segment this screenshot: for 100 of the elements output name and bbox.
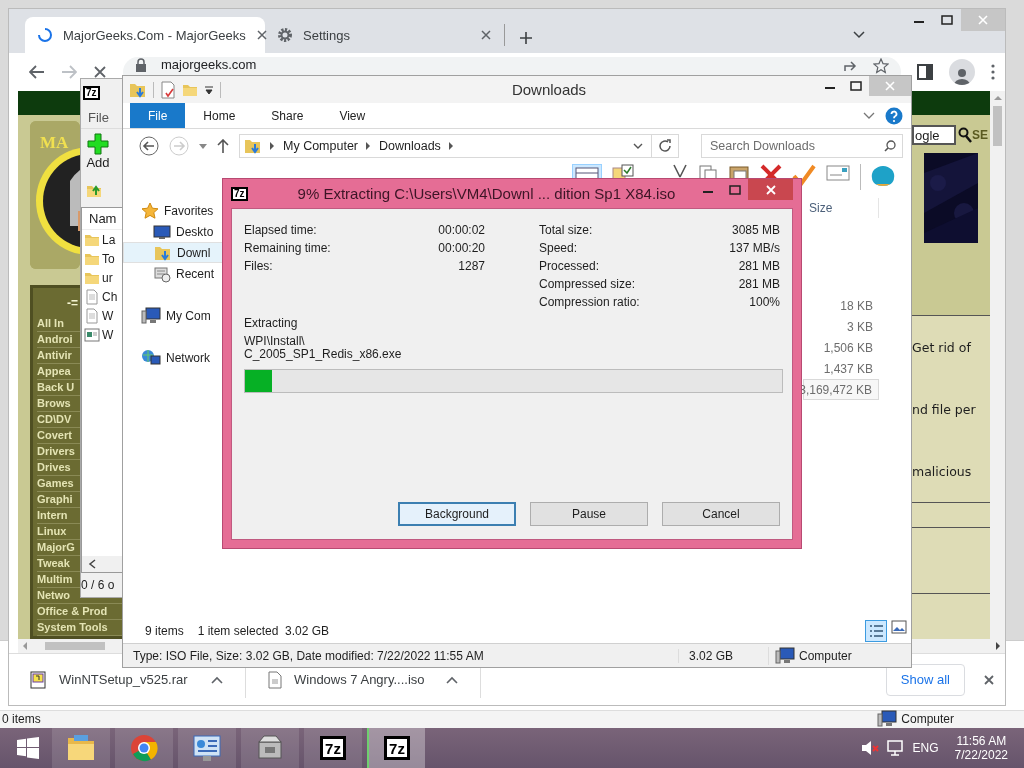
file-size[interactable]: 1,437 KB [803, 358, 879, 379]
tab-search-icon[interactable] [853, 31, 865, 39]
dialog-button[interactable]: Background [398, 502, 516, 526]
stop-icon[interactable] [93, 65, 107, 79]
nav-item[interactable]: Deskto [123, 221, 222, 242]
scroll-thumb[interactable] [993, 106, 1002, 146]
taskbar-app[interactable]: 7z [367, 728, 425, 768]
close-icon[interactable] [255, 29, 268, 41]
menu-item[interactable]: File [88, 110, 109, 125]
speaker-muted-icon[interactable] [860, 740, 879, 756]
download-name[interactable]: Windows 7 Angry....iso [294, 672, 434, 687]
taskbar-app[interactable]: 7z [304, 728, 362, 768]
add-button[interactable]: Add [81, 129, 115, 179]
file-size[interactable]: 3,169,472 KB [803, 379, 879, 400]
language-indicator[interactable]: ENG [912, 741, 939, 755]
properties-icon[interactable] [160, 80, 176, 99]
profile-avatar[interactable] [949, 59, 975, 85]
cut-icon[interactable] [672, 164, 688, 178]
file-name[interactable]: To [102, 251, 115, 266]
caret-icon[interactable] [446, 675, 458, 684]
dropdown-icon[interactable] [204, 84, 214, 95]
ribbon-tab[interactable]: Share [253, 103, 322, 128]
category-link[interactable]: Brows [37, 397, 71, 410]
nav-item[interactable]: Downl [123, 242, 222, 263]
category-link[interactable]: Multim [37, 573, 73, 586]
maximize-icon[interactable] [850, 81, 862, 91]
column-header[interactable]: Nam [89, 211, 117, 226]
category-link[interactable]: System Tools [37, 621, 108, 634]
search-button[interactable]: SE [958, 127, 988, 143]
clock[interactable]: 11:56 AM 7/22/2022 [954, 734, 1008, 762]
file-size[interactable]: 1,506 KB [803, 337, 879, 358]
chevron-icon[interactable] [270, 142, 275, 150]
dropdown-icon[interactable] [633, 143, 643, 149]
category-link[interactable]: Tweak [37, 557, 70, 570]
site-logo[interactable] [30, 121, 80, 269]
scroll-right-icon[interactable] [996, 642, 1001, 650]
category-link[interactable]: Covert [37, 429, 72, 442]
back-icon[interactable] [29, 65, 45, 79]
star-icon[interactable] [873, 58, 889, 74]
nav-item[interactable]: Favorites [123, 200, 222, 221]
ribbon-tab[interactable]: View [321, 103, 384, 128]
menu-icon[interactable] [991, 64, 995, 80]
file-name[interactable]: La [102, 232, 116, 247]
file-size[interactable]: 3 KB [803, 316, 879, 337]
column-header[interactable]: Size [803, 198, 879, 218]
ribbon-tab[interactable]: File [130, 103, 186, 128]
address-bar[interactable]: My Computer Downloads [239, 134, 679, 158]
close-button[interactable] [748, 179, 793, 200]
category-link[interactable]: Drives [37, 461, 71, 474]
checkmark-icon[interactable] [792, 164, 816, 186]
expand-ribbon-icon[interactable] [863, 111, 875, 120]
category-link[interactable]: Intern [37, 509, 68, 522]
show-all-button[interactable]: Show all [885, 663, 965, 696]
rename-icon[interactable] [826, 164, 850, 182]
download-name[interactable]: WinNTSetup_v525.rar [59, 672, 199, 687]
taskbar-app[interactable] [178, 728, 236, 768]
category-link[interactable]: Office & Prod [37, 605, 108, 618]
nav-item[interactable]: Network [123, 347, 222, 368]
chevron-icon[interactable] [448, 142, 454, 150]
maximize-icon[interactable] [941, 15, 953, 25]
back-icon[interactable] [139, 136, 159, 156]
category-link[interactable]: Appea [37, 365, 71, 378]
network-icon[interactable] [886, 740, 905, 756]
ribbon-tab[interactable]: Home [185, 103, 254, 128]
delete-icon[interactable] [760, 164, 782, 178]
taskbar-app[interactable] [241, 728, 299, 768]
share-icon[interactable] [843, 58, 859, 72]
browser-tab[interactable]: Settings [265, 24, 505, 46]
taskbar-app[interactable] [115, 728, 173, 768]
category-link[interactable]: Games [37, 477, 74, 490]
file-size[interactable]: 18 KB [803, 295, 879, 316]
category-link[interactable]: MajorG [37, 541, 75, 554]
maximize-icon[interactable] [728, 184, 741, 195]
category-link[interactable]: Antivir [37, 349, 72, 362]
category-link[interactable]: All In [37, 317, 64, 330]
browser-tab[interactable]: MajorGeeks.Com - MajorGeeks [25, 17, 265, 53]
search-icon[interactable] [884, 140, 896, 152]
scroll-thumb[interactable] [45, 642, 105, 650]
scroll-left-icon[interactable] [88, 559, 96, 569]
category-link[interactable]: Linux [37, 525, 67, 538]
close-icon[interactable] [983, 673, 995, 686]
search-field[interactable]: Search Downloads [701, 134, 903, 158]
category-link[interactable]: Androi [37, 333, 73, 346]
category-link[interactable]: Netwo [37, 589, 70, 602]
chevron-icon[interactable] [366, 142, 372, 150]
new-tab-icon[interactable] [519, 31, 533, 45]
taskbar-app[interactable] [52, 728, 110, 768]
refresh-icon[interactable] [658, 139, 672, 153]
file-name[interactable]: W [102, 327, 114, 342]
category-link[interactable]: Back U [37, 381, 75, 394]
thumbnail-view-icon[interactable] [891, 620, 907, 634]
category-link[interactable]: Drivers [37, 445, 75, 458]
up-icon[interactable] [217, 139, 229, 153]
caret-icon[interactable] [211, 675, 223, 684]
search-field[interactable]: ogle [912, 125, 956, 145]
nav-item[interactable]: Recent [123, 263, 222, 284]
select-icon[interactable] [612, 164, 634, 178]
side-panel-icon[interactable] [917, 64, 933, 80]
file-name[interactable]: Ch [102, 289, 118, 304]
breadcrumb-item[interactable]: My Computer [283, 139, 359, 153]
